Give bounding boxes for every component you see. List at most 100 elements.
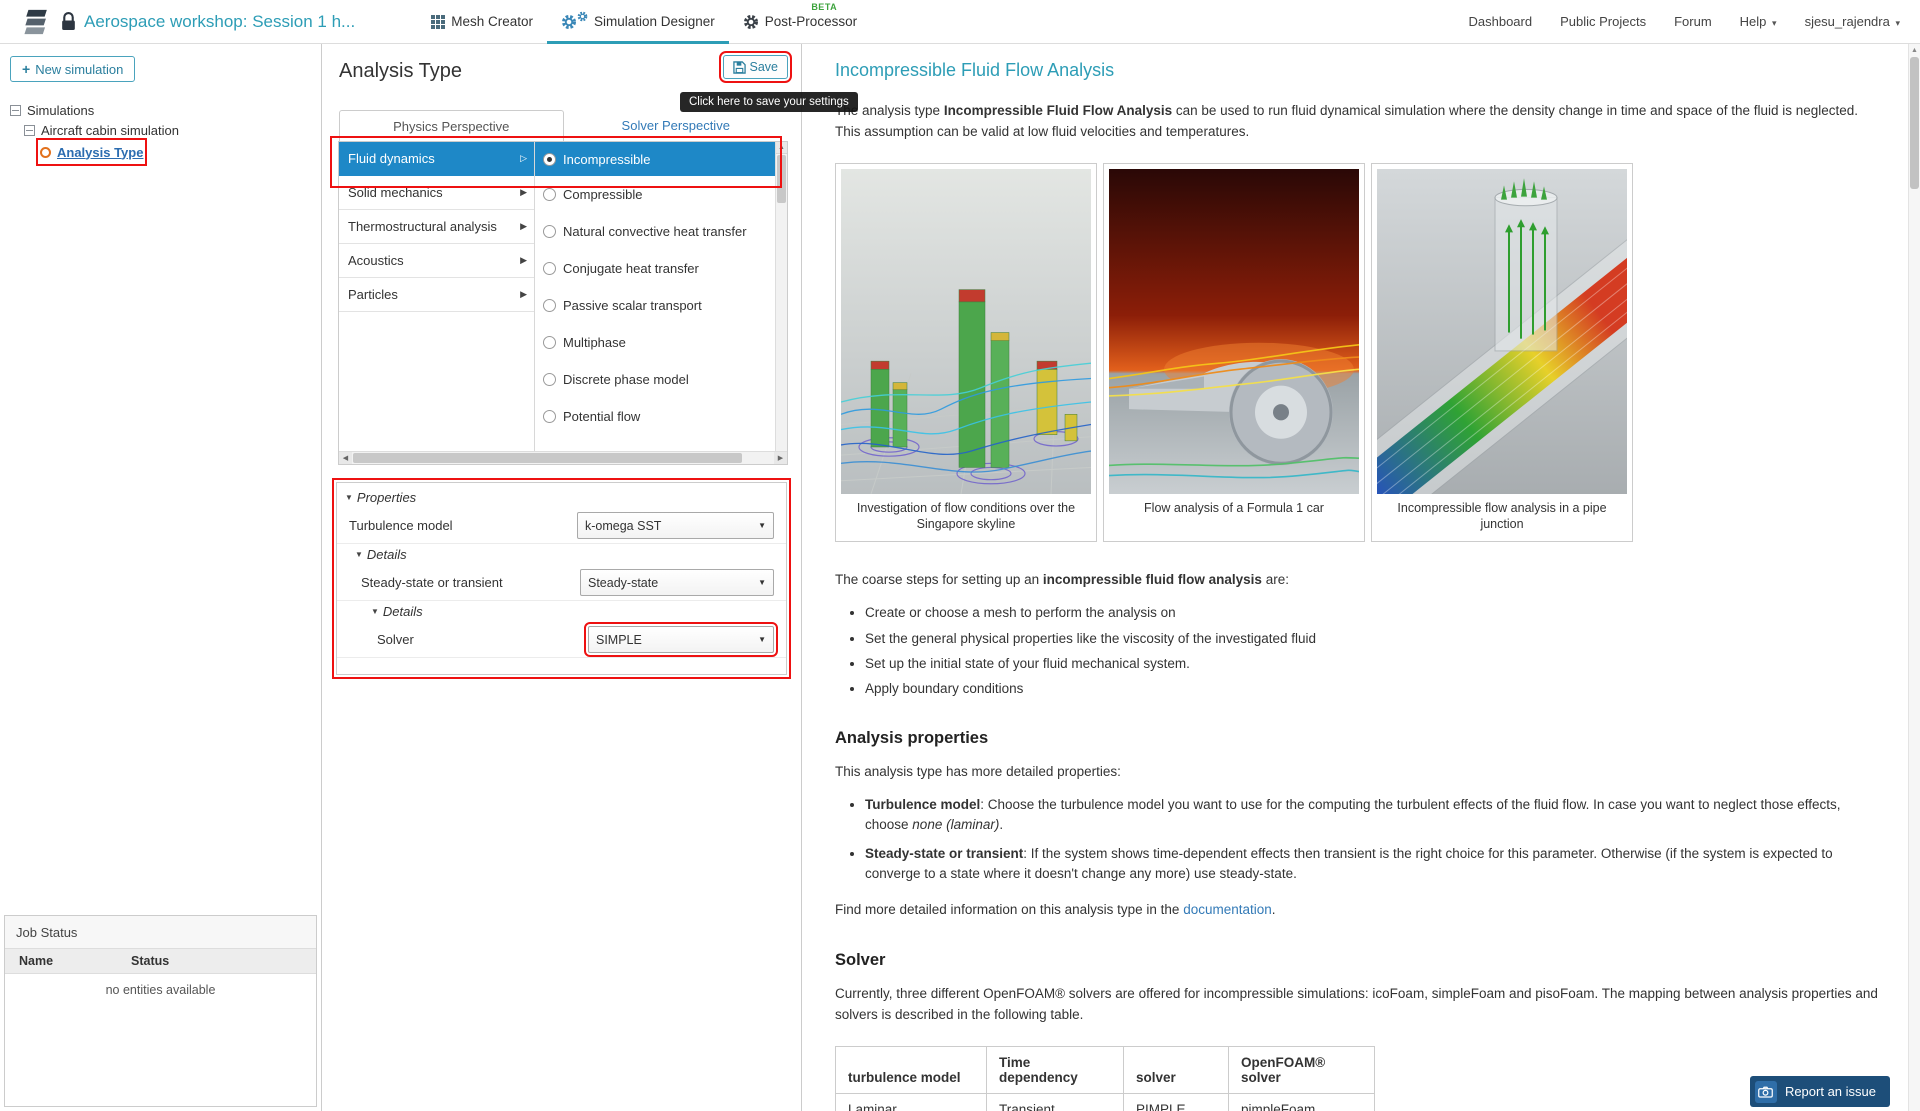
triangle-down-icon: ▼ (355, 550, 363, 559)
analysis-type-potential-flow[interactable]: Potential flow (535, 398, 775, 435)
details-header[interactable]: ▼ Details (337, 601, 786, 622)
plus-icon: + (22, 61, 30, 77)
setup-steps-list: Create or choose a mesh to perform the a… (865, 603, 1882, 699)
scroll-up-icon[interactable]: ▲ (776, 142, 787, 154)
property-turbulence-model: Turbulence model k-omega SST ▼ (337, 508, 786, 544)
beta-badge: BETA (811, 2, 837, 12)
analysis-properties-intro: This analysis type has more detailed pro… (835, 762, 1882, 783)
steps-intro: The coarse steps for setting up an incom… (835, 570, 1882, 591)
table-row: Laminar Transient PIMPLE pimpleFoam (836, 1093, 1375, 1111)
analysis-type-panel: Analysis Type Save Click here to save yo… (322, 44, 802, 1111)
figure-caption: Incompressible flow analysis in a pipe j… (1377, 494, 1627, 537)
analysis-properties-list: Turbulence model: Choose the turbulence … (865, 795, 1882, 884)
steady-state-select[interactable]: Steady-state ▼ (580, 569, 774, 596)
physics-item-fluid-dynamics[interactable]: Fluid dynamics ▷ (339, 142, 534, 176)
panel-title: Analysis Type (339, 60, 462, 83)
widget-vertical-scrollbar[interactable]: ▲ (775, 142, 787, 451)
radio-checked-icon[interactable] (543, 153, 556, 166)
radio-icon[interactable] (543, 225, 556, 238)
tree-node-simulations[interactable]: Simulations (0, 100, 321, 120)
physics-item-particles[interactable]: Particles ▶ (339, 278, 534, 312)
collapse-icon[interactable] (24, 125, 35, 136)
dropdown-caret-icon: ▼ (758, 635, 766, 644)
app-logo-icon[interactable] (20, 6, 51, 37)
scrollbar-thumb[interactable] (1910, 57, 1919, 189)
physics-item-solid-mechanics[interactable]: Solid mechanics ▶ (339, 176, 534, 210)
link-public-projects[interactable]: Public Projects (1560, 14, 1646, 29)
analysis-type-conjugate-heat[interactable]: Conjugate heat transfer (535, 250, 775, 287)
new-simulation-button[interactable]: + New simulation (10, 56, 135, 82)
analysis-type-multiphase[interactable]: Multiphase (535, 324, 775, 361)
grid-icon (431, 15, 445, 29)
collapse-icon[interactable] (10, 105, 21, 116)
figure-f1-car: Flow analysis of a Formula 1 car (1103, 163, 1365, 543)
chevron-down-icon: ▾ (1772, 18, 1777, 28)
link-forum[interactable]: Forum (1674, 14, 1712, 29)
radio-icon[interactable] (543, 336, 556, 349)
turbulence-model-select[interactable]: k-omega SST ▼ (577, 512, 774, 539)
f1-cfd-image (1109, 169, 1359, 494)
radio-icon[interactable] (543, 262, 556, 275)
radio-icon[interactable] (543, 410, 556, 423)
user-menu[interactable]: sjesu_rajendra ▾ (1805, 14, 1900, 29)
analysis-type-incompressible[interactable]: Incompressible (535, 142, 775, 176)
link-dashboard[interactable]: Dashboard (1469, 14, 1533, 29)
scrollbar-thumb[interactable] (777, 155, 786, 203)
tab-physics-perspective[interactable]: Physics Perspective (339, 110, 564, 141)
job-col-status: Status (131, 954, 316, 968)
list-item: Set the general physical properties like… (865, 629, 1882, 649)
scroll-left-icon[interactable]: ◀ (339, 452, 352, 464)
save-disk-icon (733, 61, 746, 74)
report-issue-button[interactable]: Report an issue (1750, 1076, 1890, 1107)
solver-select[interactable]: SIMPLE ▼ (588, 626, 774, 653)
property-steady-state: Steady-state or transient Steady-state ▼ (337, 565, 786, 601)
documentation-content: Incompressible Fluid Flow Analysis The a… (802, 44, 1908, 1111)
analysis-type-natural-convective[interactable]: Natural convective heat transfer (535, 213, 775, 250)
physics-category-list: Fluid dynamics ▷ Solid mechanics ▶ Therm… (339, 142, 535, 451)
analysis-type-compressible[interactable]: Compressible (535, 176, 775, 213)
analysis-selection-widget: Fluid dynamics ▷ Solid mechanics ▶ Therm… (338, 141, 788, 465)
workbench-tabs: Mesh Creator Simulation Designer BETA Po… (417, 0, 871, 44)
lock-icon (61, 12, 76, 31)
tree-node-aircraft-cabin[interactable]: Aircraft cabin simulation (0, 120, 321, 140)
navbar-links: Dashboard Public Projects Forum Help ▾ s… (1469, 14, 1901, 29)
tab-mesh-creator[interactable]: Mesh Creator (417, 0, 547, 44)
radio-icon[interactable] (543, 188, 556, 201)
details-header[interactable]: ▼ Details (337, 544, 786, 565)
physics-item-thermostructural[interactable]: Thermostructural analysis ▶ (339, 210, 534, 244)
radio-icon[interactable] (543, 299, 556, 312)
status-incomplete-icon (40, 147, 51, 158)
project-title[interactable]: Aerospace workshop: Session 1 h... (84, 12, 355, 32)
widget-horizontal-scrollbar[interactable]: ◀ ▶ (339, 451, 787, 464)
page-vertical-scrollbar[interactable]: ▲ (1908, 44, 1920, 1111)
scroll-up-icon[interactable]: ▲ (1909, 44, 1920, 56)
gear-small-icon (577, 11, 588, 22)
application-window: Aerospace workshop: Session 1 h... Mesh … (0, 0, 1920, 1111)
tab-post-processor[interactable]: BETA Post-Processor (729, 0, 871, 44)
figure-caption: Investigation of flow conditions over th… (841, 494, 1091, 537)
help-menu[interactable]: Help ▾ (1740, 14, 1777, 29)
simulation-tree: Simulations Aircraft cabin simulation An… (0, 100, 321, 162)
tree-node-analysis-type[interactable]: Analysis Type (0, 142, 321, 162)
properties-header[interactable]: ▼ Properties (337, 487, 786, 508)
tab-simulation-designer[interactable]: Simulation Designer (547, 0, 729, 44)
table-header: Time dependency (987, 1046, 1124, 1093)
table-cell: Laminar (836, 1093, 987, 1111)
physics-item-acoustics[interactable]: Acoustics ▶ (339, 244, 534, 278)
save-button[interactable]: Save (723, 55, 789, 79)
table-header-row: turbulence model Time dependency solver … (836, 1046, 1375, 1093)
triangle-down-icon: ▼ (345, 493, 353, 502)
solver-mapping-table: turbulence model Time dependency solver … (835, 1046, 1375, 1111)
documentation-link[interactable]: documentation (1183, 902, 1272, 917)
job-status-panel: Job Status Name Status no entities avail… (4, 915, 317, 1107)
job-status-title: Job Status (5, 916, 316, 949)
scrollbar-thumb[interactable] (353, 453, 742, 463)
figure-caption: Flow analysis of a Formula 1 car (1109, 494, 1359, 534)
figure-skyline: Investigation of flow conditions over th… (835, 163, 1097, 543)
analysis-type-discrete-phase[interactable]: Discrete phase model (535, 361, 775, 398)
analysis-type-passive-scalar[interactable]: Passive scalar transport (535, 287, 775, 324)
figure-row: Investigation of flow conditions over th… (835, 163, 1882, 543)
scroll-right-icon[interactable]: ▶ (774, 452, 787, 464)
radio-icon[interactable] (543, 373, 556, 386)
tab-solver-perspective[interactable]: Solver Perspective (564, 110, 789, 141)
